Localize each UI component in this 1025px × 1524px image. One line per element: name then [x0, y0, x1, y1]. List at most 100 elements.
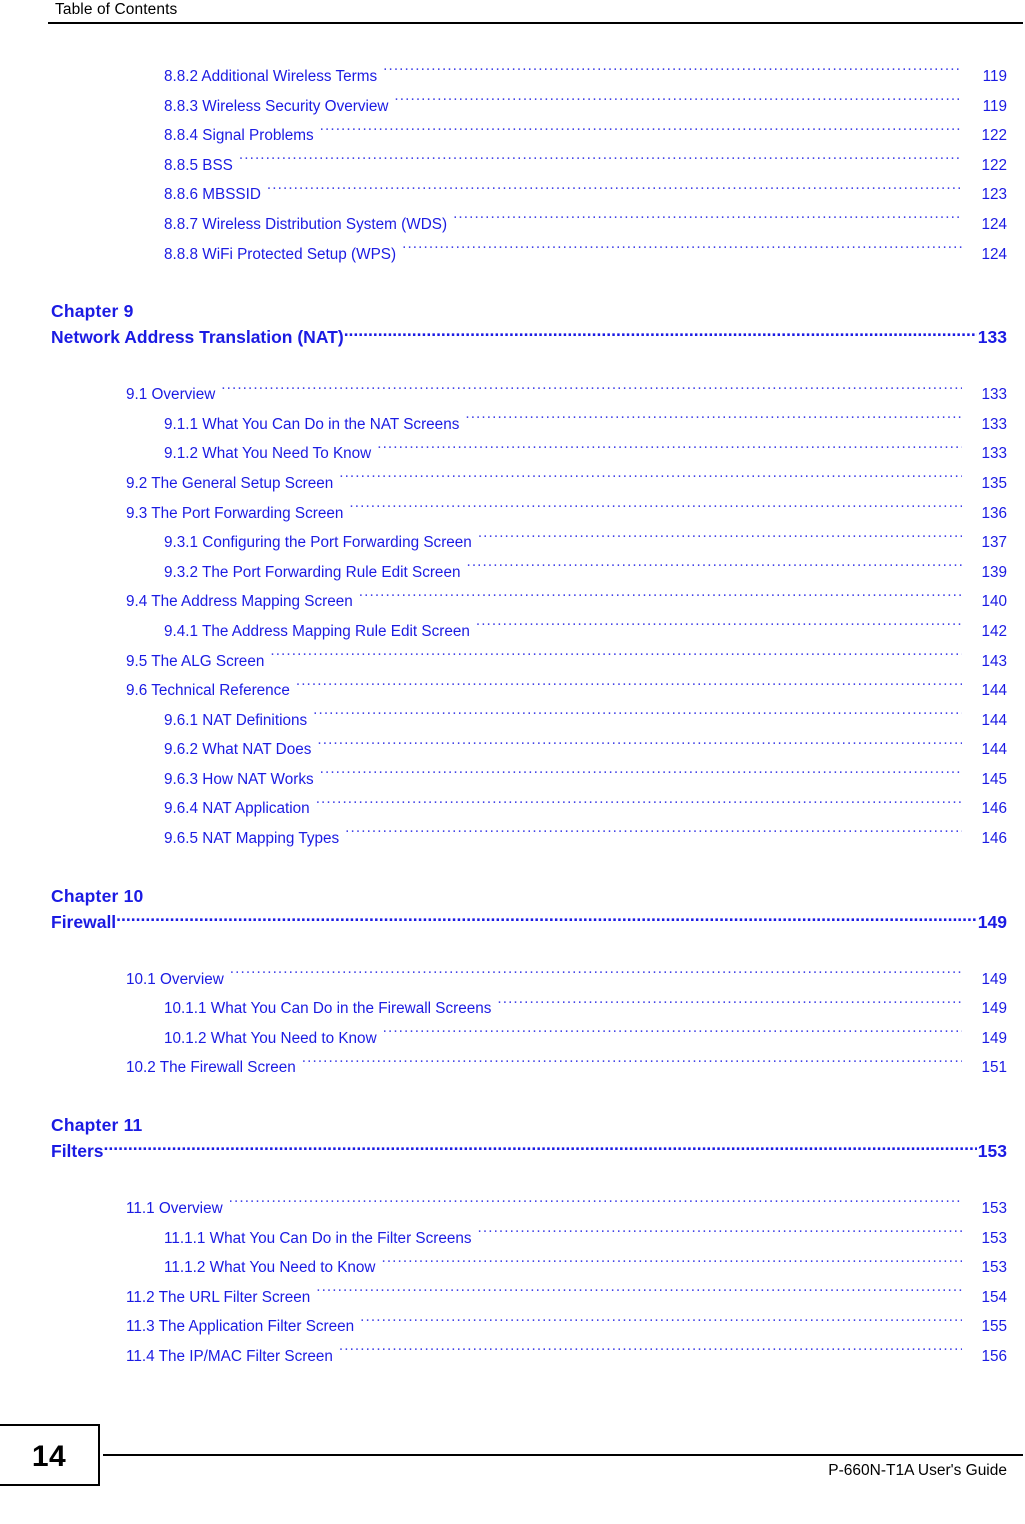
toc-entry-inner: 11.1.1 What You Can Do in the Filter Scr…	[164, 1224, 1025, 1254]
chapter-title: Firewall	[51, 911, 117, 932]
toc-entry-inner: 11.4 The IP/MAC Filter Screen 156	[126, 1342, 1025, 1372]
toc-entry-inner: 9.6.5 NAT Mapping Types 146	[164, 824, 1025, 854]
dot-leader	[230, 968, 962, 983]
dot-leader	[394, 95, 962, 110]
toc-entry[interactable]: 9.6.1 NAT Definitions 144	[0, 706, 1025, 736]
toc-entry-label: 9.1 Overview	[126, 386, 216, 404]
toc-entry-label: 11.1.1 What You Can Do in the Filter Scr…	[164, 1229, 472, 1247]
toc-entry[interactable]: 11.1.2 What You Need to Know 153	[0, 1253, 1025, 1283]
dot-leader	[339, 1346, 962, 1361]
toc-entry-label: 11.2 The URL Filter Screen	[126, 1288, 311, 1306]
toc-entry-inner: 8.8.4 Signal Problems 122	[164, 121, 1025, 151]
toc-entry[interactable]: 9.2 The General Setup Screen 135	[0, 469, 1025, 499]
dot-leader	[359, 591, 962, 606]
toc-entry[interactable]: 9.6 Technical Reference 144	[0, 676, 1025, 706]
toc-entry[interactable]: 8.8.4 Signal Problems 122	[0, 121, 1025, 151]
dot-leader	[453, 214, 962, 229]
chapter-number: Chapter 10	[51, 885, 144, 906]
toc-entry[interactable]: 10.1.2 What You Need to Know 149	[0, 1024, 1025, 1054]
toc-entry[interactable]: 10.2 The Firewall Screen 151	[0, 1053, 1025, 1083]
dot-leader	[383, 1028, 962, 1043]
chapter-heading[interactable]: Chapter 11 Filters 153	[0, 1113, 1025, 1164]
toc-entry-page-number: 153	[981, 1259, 1007, 1277]
toc-entry-inner: 9.6.2 What NAT Does 144	[164, 735, 1025, 765]
toc-entry[interactable]: 9.4.1 The Address Mapping Rule Edit Scre…	[0, 617, 1025, 647]
toc-entry-inner: 9.4 The Address Mapping Screen 140	[126, 587, 1025, 617]
page-header-title: Table of Contents	[55, 1, 178, 18]
toc-entry-label: 10.1 Overview	[126, 970, 224, 988]
toc-entry[interactable]: 9.5 The ALG Screen 143	[0, 647, 1025, 677]
toc-entry[interactable]: 9.1 Overview 133	[0, 380, 1025, 410]
chapter-spacer	[0, 1083, 1025, 1113]
dot-leader	[345, 828, 962, 843]
toc-entry[interactable]: 9.3.2 The Port Forwarding Rule Edit Scre…	[0, 558, 1025, 588]
toc-entry-page-number: 144	[981, 741, 1007, 759]
toc-entry-page-number: 156	[981, 1348, 1007, 1365]
toc-entry-page-number: 149	[981, 970, 1007, 988]
toc-entry-label: 9.6.4 NAT Application	[164, 800, 310, 818]
dot-leader	[478, 532, 962, 547]
dot-leader	[267, 184, 962, 199]
toc-entry-inner: 9.1 Overview 133	[126, 380, 1025, 410]
toc-entry-page-number: 144	[981, 711, 1007, 729]
toc-entry-page-number: 122	[981, 127, 1007, 145]
toc-entry[interactable]: 8.8.7 Wireless Distribution System (WDS)…	[0, 210, 1025, 240]
toc-entry[interactable]: 11.2 The URL Filter Screen 154	[0, 1283, 1025, 1313]
chapter-title: Filters	[51, 1141, 104, 1162]
toc-entry[interactable]: 9.3 The Port Forwarding Screen 136	[0, 499, 1025, 529]
toc-entry-label: 9.4 The Address Mapping Screen	[126, 593, 353, 611]
toc-entry-inner: 8.8.3 Wireless Security Overview 119	[164, 92, 1025, 122]
chapter-spacer	[0, 854, 1025, 884]
toc-entry-page-number: 123	[981, 186, 1007, 204]
toc-entry[interactable]: 9.6.4 NAT Application 146	[0, 794, 1025, 824]
header-divider	[48, 22, 1023, 24]
toc-entry[interactable]: 9.4 The Address Mapping Screen 140	[0, 587, 1025, 617]
toc-entry[interactable]: 11.3 The Application Filter Screen 155	[0, 1312, 1025, 1342]
dot-leader	[349, 502, 962, 517]
toc-entry[interactable]: 10.1.1 What You Can Do in the Firewall S…	[0, 994, 1025, 1024]
toc-entry-inner: 9.1.1 What You Can Do in the NAT Screens…	[164, 410, 1025, 440]
dot-leader	[339, 473, 962, 488]
toc-entry-label: 9.3.2 The Port Forwarding Rule Edit Scre…	[164, 563, 461, 581]
toc-entry-label: 9.6.5 NAT Mapping Types	[164, 830, 340, 848]
dot-leader	[270, 650, 962, 665]
dot-leader	[360, 1316, 962, 1331]
chapter-heading[interactable]: Chapter 10 Firewall 149	[0, 884, 1025, 935]
dot-leader	[381, 1257, 962, 1272]
toc-entry-page-number: 145	[981, 770, 1007, 788]
toc-entry-inner: 8.8.2 Additional Wireless Terms 119	[164, 62, 1025, 92]
toc-entry-inner: 8.8.5 BSS 122	[164, 151, 1025, 181]
toc-entry-page-number: 122	[981, 156, 1007, 174]
dot-leader	[320, 125, 962, 140]
toc-entry[interactable]: 11.4 The IP/MAC Filter Screen 156	[0, 1342, 1025, 1372]
toc-entry-label: 8.8.7 Wireless Distribution System (WDS)	[164, 215, 448, 233]
guide-title: P-660N-T1A User's Guide	[828, 1462, 1007, 1479]
toc-entry[interactable]: 9.1.2 What You Need To Know 133	[0, 439, 1025, 469]
toc-entry[interactable]: 9.6.5 NAT Mapping Types 146	[0, 824, 1025, 854]
dot-leader	[478, 1227, 962, 1242]
toc-entry-inner: 11.1 Overview 153	[126, 1194, 1025, 1224]
toc-entry[interactable]: 8.8.5 BSS 122	[0, 151, 1025, 181]
toc-entry-label: 9.3 The Port Forwarding Screen	[126, 504, 344, 522]
toc-entry-inner: 10.1.1 What You Can Do in the Firewall S…	[164, 994, 1025, 1024]
toc-entry[interactable]: 8.8.8 WiFi Protected Setup (WPS) 124	[0, 240, 1025, 270]
dot-leader	[104, 1140, 977, 1158]
toc-entry[interactable]: 8.8.3 Wireless Security Overview 119	[0, 92, 1025, 122]
toc-entry[interactable]: 8.8.6 MBSSID 123	[0, 180, 1025, 210]
toc-entry-inner: 8.8.8 WiFi Protected Setup (WPS) 124	[164, 240, 1025, 270]
chapter-heading[interactable]: Chapter 9 Network Address Translation (NA…	[0, 299, 1025, 350]
toc-entry-label: 10.2 The Firewall Screen	[126, 1059, 296, 1077]
toc-entry-page-number: 140	[981, 593, 1007, 611]
toc-entry[interactable]: 9.6.3 How NAT Works 145	[0, 765, 1025, 795]
chapter-spacer	[0, 350, 1025, 380]
toc-entry[interactable]: 9.3.1 Configuring the Port Forwarding Sc…	[0, 528, 1025, 558]
toc-entry-inner: 10.1.2 What You Need to Know 149	[164, 1024, 1025, 1054]
dot-leader	[302, 1057, 962, 1072]
toc-entry[interactable]: 8.8.2 Additional Wireless Terms 119	[0, 62, 1025, 92]
toc-entry[interactable]: 9.6.2 What NAT Does 144	[0, 735, 1025, 765]
toc-entry[interactable]: 11.1.1 What You Can Do in the Filter Scr…	[0, 1224, 1025, 1254]
toc-entry[interactable]: 11.1 Overview 153	[0, 1194, 1025, 1224]
toc-entry[interactable]: 9.1.1 What You Can Do in the NAT Screens…	[0, 410, 1025, 440]
toc-entry[interactable]: 10.1 Overview 149	[0, 965, 1025, 995]
toc-entry-page-number: 133	[981, 415, 1007, 433]
